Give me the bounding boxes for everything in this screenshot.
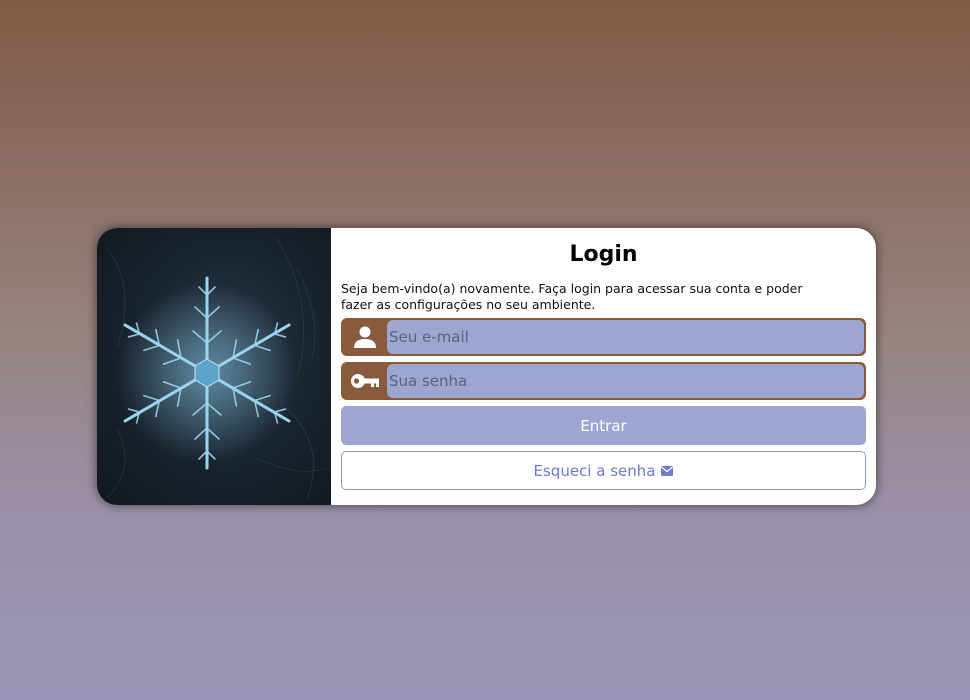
- envelope-icon: [661, 462, 674, 480]
- login-title: Login: [569, 242, 638, 267]
- email-input[interactable]: [387, 320, 864, 354]
- snowflake-photo: [97, 228, 331, 505]
- password-field-group: [341, 362, 866, 400]
- user-icon: [343, 320, 387, 354]
- login-card: Login Seja bem-vindo(a) novamente. Faça …: [97, 228, 876, 505]
- login-form: Login Seja bem-vindo(a) novamente. Faça …: [331, 228, 876, 505]
- email-field-group: [341, 318, 866, 356]
- welcome-text: Seja bem-vindo(a) novamente. Faça login …: [341, 281, 803, 312]
- key-icon: [343, 364, 387, 398]
- forgot-password-button[interactable]: Esqueci a senha: [341, 451, 866, 490]
- login-button[interactable]: Entrar: [341, 406, 866, 445]
- password-input[interactable]: [387, 364, 864, 398]
- forgot-password-label: Esqueci a senha: [533, 461, 656, 480]
